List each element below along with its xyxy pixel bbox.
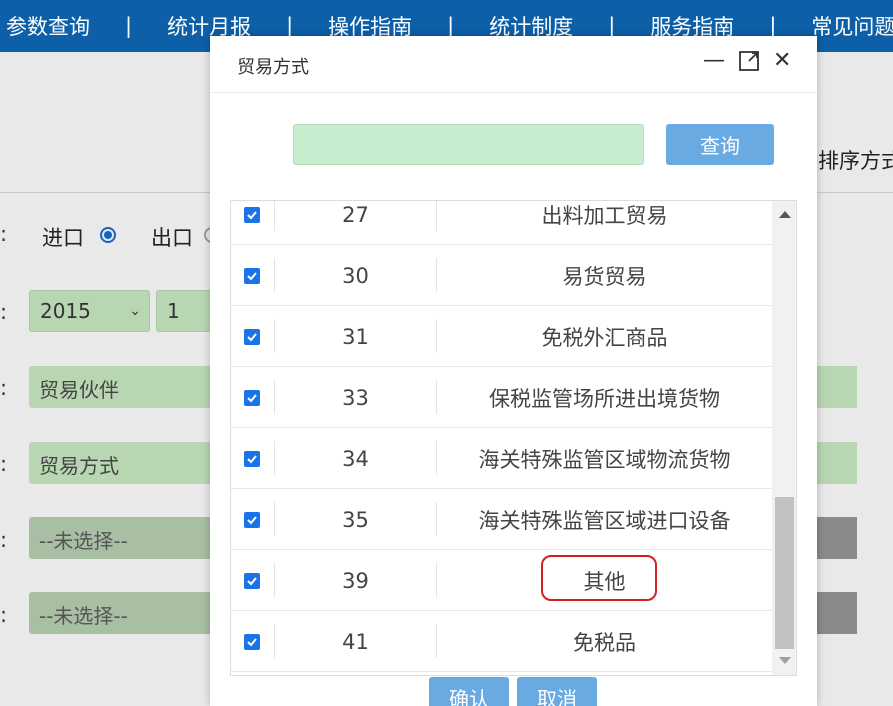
chevron-down-icon: ⌄ bbox=[129, 303, 141, 319]
row-name: 海关特殊监管区域物流货物 bbox=[478, 448, 731, 472]
row-code: 39 bbox=[342, 569, 369, 593]
row-checkbox[interactable] bbox=[244, 206, 260, 223]
export-label: 出口 bbox=[151, 226, 193, 250]
year-value: 2015 bbox=[40, 299, 91, 323]
row-checkbox[interactable] bbox=[244, 328, 260, 345]
row-code: 41 bbox=[342, 630, 369, 654]
row-name: 海关特殊监管区域进口设备 bbox=[478, 509, 731, 533]
unselected-field-2[interactable]: --未选择-- bbox=[29, 592, 219, 634]
cancel-button[interactable]: 取消 bbox=[517, 677, 597, 706]
partner-field-end bbox=[817, 366, 857, 408]
nav-separator: | bbox=[286, 14, 294, 38]
scroll-down-arrow-icon[interactable] bbox=[779, 657, 791, 664]
partner-field[interactable]: 贸易伙伴 bbox=[29, 366, 219, 408]
nav-item-faq[interactable]: 常见问题 bbox=[811, 11, 893, 41]
table-row[interactable]: 33 保税监管场所进出境货物 bbox=[231, 368, 772, 428]
search-input[interactable] bbox=[293, 124, 644, 165]
field3-label-suffix: : bbox=[0, 528, 8, 552]
row-code: 35 bbox=[342, 508, 369, 532]
scrollbar-thumb[interactable] bbox=[775, 497, 794, 649]
row-code: 30 bbox=[342, 264, 369, 288]
annotation-highlight-circle bbox=[541, 555, 657, 601]
trade-mode-field-text: 贸易方式 bbox=[39, 454, 119, 478]
row-name: 免税品 bbox=[573, 631, 636, 655]
scroll-up-arrow-icon[interactable] bbox=[779, 211, 791, 218]
row-name: 免税外汇商品 bbox=[541, 326, 668, 350]
trade-mode-dialog: 贸易方式 — ✕ 查询 27 出料加工贸易 30 易货贸易 31 免税外汇商品 bbox=[210, 36, 817, 706]
trade-mode-label-suffix: : bbox=[0, 452, 8, 476]
import-radio[interactable] bbox=[100, 227, 116, 243]
row-code: 31 bbox=[342, 325, 369, 349]
row-checkbox[interactable] bbox=[244, 511, 260, 528]
month-value: 1 bbox=[167, 299, 180, 323]
partner-field-text: 贸易伙伴 bbox=[39, 378, 119, 402]
unselected-field-1[interactable]: --未选择-- bbox=[29, 517, 219, 559]
list-scrollbar[interactable] bbox=[772, 201, 796, 675]
month-select[interactable]: 1 bbox=[156, 290, 216, 332]
table-row[interactable]: 27 出料加工贸易 bbox=[231, 201, 772, 245]
trade-mode-field-end bbox=[817, 442, 857, 484]
date-label-suffix: : bbox=[0, 300, 8, 324]
row-checkbox[interactable] bbox=[244, 633, 260, 650]
row-checkbox[interactable] bbox=[244, 389, 260, 406]
search-button[interactable]: 查询 bbox=[666, 124, 774, 165]
row-name: 保税监管场所进出境货物 bbox=[489, 387, 720, 411]
maximize-icon[interactable] bbox=[738, 50, 760, 77]
close-icon[interactable]: ✕ bbox=[773, 50, 791, 72]
unselected-text-1: --未选择-- bbox=[39, 529, 128, 553]
minimize-icon[interactable]: — bbox=[703, 50, 725, 72]
import-label: 进口 bbox=[42, 226, 84, 250]
trade-mode-list: 27 出料加工贸易 30 易货贸易 31 免税外汇商品 33 保税监管场所进出境… bbox=[230, 200, 797, 676]
row-name: 出料加工贸易 bbox=[541, 204, 668, 228]
nav-separator: | bbox=[447, 14, 455, 38]
confirm-button[interactable]: 确认 bbox=[429, 677, 509, 706]
unselected-field-2-end bbox=[817, 592, 857, 634]
row-checkbox[interactable] bbox=[244, 267, 260, 284]
table-row[interactable]: 39 其他 bbox=[231, 551, 772, 611]
table-row[interactable]: 35 海关特殊监管区域进口设备 bbox=[231, 490, 772, 550]
row-code: 27 bbox=[342, 203, 369, 227]
dialog-title: 贸易方式 bbox=[237, 57, 309, 78]
nav-separator: | bbox=[769, 14, 777, 38]
table-row[interactable]: 30 易货贸易 bbox=[231, 246, 772, 306]
table-row[interactable]: 34 海关特殊监管区域物流货物 bbox=[231, 429, 772, 489]
field4-label-suffix: : bbox=[0, 603, 8, 627]
row-code: 34 bbox=[342, 447, 369, 471]
partner-label-suffix: : bbox=[0, 376, 8, 400]
nav-item-params[interactable]: 参数查询 bbox=[6, 11, 90, 41]
nav-separator: | bbox=[125, 14, 133, 38]
unselected-field-1-end bbox=[817, 517, 857, 559]
row-checkbox[interactable] bbox=[244, 572, 260, 589]
sort-label: 排序方式 bbox=[818, 149, 893, 173]
table-row[interactable]: 31 免税外汇商品 bbox=[231, 307, 772, 367]
unselected-text-2: --未选择-- bbox=[39, 604, 128, 628]
row-checkbox[interactable] bbox=[244, 450, 260, 467]
dialog-header-divider bbox=[210, 92, 817, 93]
row-name: 易货贸易 bbox=[562, 265, 647, 289]
nav-separator: | bbox=[608, 14, 616, 38]
row-code: 33 bbox=[342, 386, 369, 410]
year-select[interactable]: 2015 ⌄ bbox=[29, 290, 150, 332]
trade-mode-field[interactable]: 贸易方式 bbox=[29, 442, 219, 484]
flow-label-suffix: : bbox=[0, 222, 8, 246]
table-row[interactable]: 41 免税品 bbox=[231, 612, 772, 672]
